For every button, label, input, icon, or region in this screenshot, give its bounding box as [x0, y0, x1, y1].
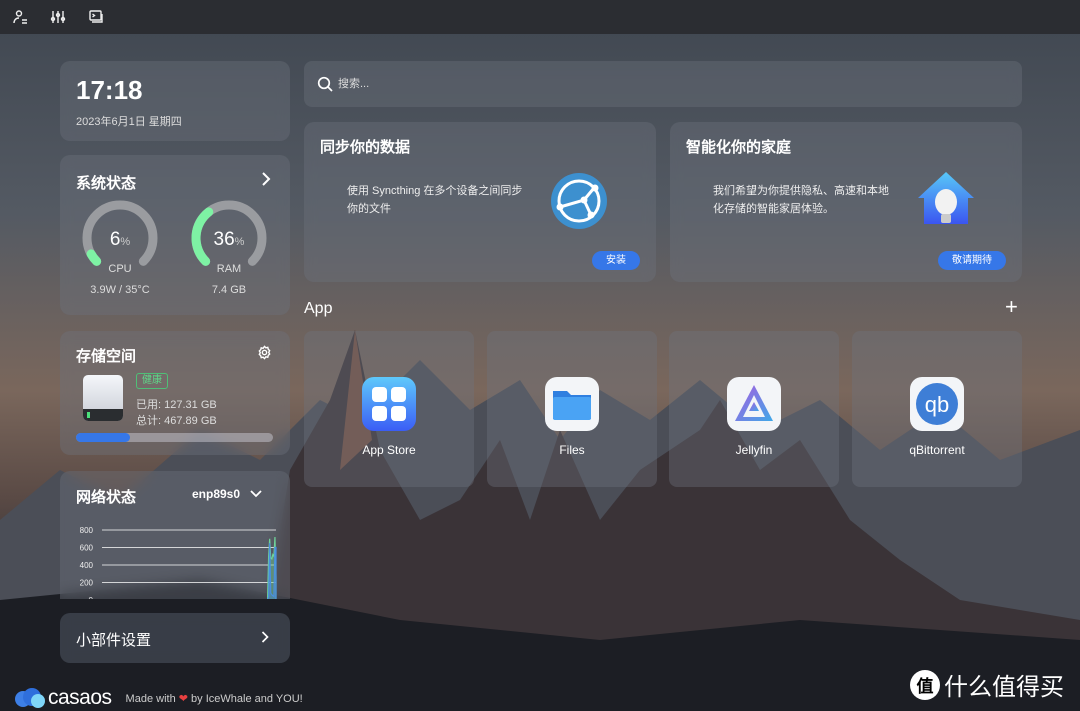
promo-title: 智能化你的家庭: [686, 139, 792, 156]
smart-home-icon: [918, 172, 974, 224]
y-tick-label: 800: [80, 526, 94, 535]
ram-label: RAM: [216, 263, 242, 275]
promo-card-syncthing: 同步你的数据 使用 Syncthing 在多个设备之间同步你的文件 安装: [304, 122, 656, 282]
casaos-logo-icon: [15, 688, 45, 708]
promo-title: 同步你的数据: [320, 139, 411, 156]
app-label: qBittorrent: [909, 443, 965, 457]
search-input[interactable]: [338, 73, 938, 95]
cpu-value: 6: [109, 229, 121, 250]
app-store-icon: [362, 377, 416, 431]
add-app-button[interactable]: +: [1005, 296, 1018, 318]
coming-soon-button[interactable]: 敬请期待: [938, 251, 1006, 270]
y-tick-label: 400: [80, 561, 94, 570]
y-tick-label: 0: [89, 596, 94, 599]
ram-detail: 7.4 GB: [211, 284, 247, 296]
chevron-right-icon[interactable]: [260, 171, 272, 187]
sliders-icon[interactable]: [50, 9, 66, 25]
system-status-widget: 系统状态 6% CPU 3.9W / 35°C 36% RAM 7.4 GB: [60, 155, 290, 315]
svg-text:qb: qb: [925, 392, 949, 417]
storage-progress-fill: [76, 433, 130, 442]
cpu-unit: %: [120, 236, 131, 248]
network-series-1: [267, 543, 277, 599]
cpu-label: CPU: [108, 263, 132, 275]
user-settings-icon[interactable]: [12, 9, 28, 25]
network-title: 网络状态: [76, 489, 137, 506]
interface-select[interactable]: enp89s0: [192, 487, 262, 501]
storage-total: 总计: 467.89 GB: [136, 415, 217, 427]
search-bar[interactable]: [304, 61, 1022, 107]
chevron-right-icon: [261, 631, 269, 643]
search-icon: [317, 76, 333, 92]
promo-card-smart-home: 智能化你的家庭 我们希望为你提供隐私、高速和本地化存储的智能家居体验。 敬请期待: [670, 122, 1022, 282]
widget-settings-label: 小部件设置: [76, 632, 152, 649]
app-label: Jellyfin: [735, 443, 773, 457]
install-button[interactable]: 安装: [592, 251, 640, 270]
files-icon: [545, 377, 599, 431]
casaos-logo-text: casaos: [48, 686, 112, 709]
app-tile-app-store[interactable]: App Store: [304, 331, 474, 487]
heart-icon: ❤: [178, 692, 188, 705]
ram-percent: 36%: [189, 229, 269, 251]
promo-text: 我们希望为你提供隐私、高速和本地化存储的智能家居体验。: [713, 185, 889, 215]
network-chart: 800 600 400 200 0: [80, 526, 277, 599]
system-status-title: 系统状态: [76, 175, 137, 192]
y-tick-label: 600: [80, 544, 94, 553]
clock-widget: 17:18 2023年6月1日 星期四: [60, 61, 290, 141]
app-label: Files: [559, 443, 585, 457]
health-badge: 健康: [136, 373, 168, 389]
ram-unit: %: [234, 236, 245, 248]
chevron-down-icon: [250, 490, 262, 498]
app-label: App Store: [362, 443, 416, 457]
promo-text: 使用 Syncthing 在多个设备之间同步你的文件: [347, 185, 523, 215]
cpu-detail: 3.9W / 35°C: [90, 284, 150, 296]
terminal-icon[interactable]: [88, 9, 104, 25]
storage-progress-bar: [76, 433, 273, 442]
cpu-gauge-fill: [86, 249, 102, 266]
interface-name: enp89s0: [192, 487, 241, 501]
storage-used: 已用: 127.31 GB: [136, 399, 217, 411]
apps-title: App: [304, 300, 333, 317]
storage-widget: 存储空间 健康 已用: 127.31 GB 总计: 467.89 GB: [60, 331, 290, 455]
made-prefix: Made with: [125, 692, 176, 705]
syncthing-icon: [551, 173, 607, 229]
clock-date: 2023年6月1日 星期四: [76, 116, 182, 128]
made-suffix: by IceWhale and YOU!: [191, 692, 303, 705]
watermark-text: 什么值得买: [944, 674, 1064, 701]
app-tile-files[interactable]: Files: [487, 331, 657, 487]
widget-settings-button[interactable]: 小部件设置: [60, 613, 290, 663]
app-tile-jellyfin[interactable]: Jellyfin: [669, 331, 839, 487]
storage-title: 存储空间: [76, 348, 137, 365]
watermark-logo: 值: [910, 669, 940, 700]
casaos-logo[interactable]: casaos: [14, 686, 112, 710]
clock-time: 17:18: [76, 75, 143, 105]
top-toolbar: [0, 0, 1080, 34]
cpu-percent: 6%: [80, 229, 160, 251]
made-with-text: Made with ❤ by IceWhale and YOU!: [126, 692, 303, 705]
footer: casaos Made with ❤ by IceWhale and YOU!: [14, 686, 303, 710]
y-tick-label: 200: [80, 579, 94, 588]
disk-icon: [83, 375, 123, 421]
jellyfin-icon: [727, 377, 781, 431]
watermark: 值什么值得买: [910, 667, 1064, 702]
network-series-0: [266, 536, 277, 599]
app-tile-qbittorrent[interactable]: qb qBittorrent: [852, 331, 1022, 487]
ram-value: 36: [213, 229, 235, 250]
gear-icon[interactable]: [257, 345, 272, 360]
qbittorrent-icon: qb: [910, 377, 964, 431]
network-widget: 网络状态 enp89s0 800 600 400 200 0: [60, 471, 290, 599]
